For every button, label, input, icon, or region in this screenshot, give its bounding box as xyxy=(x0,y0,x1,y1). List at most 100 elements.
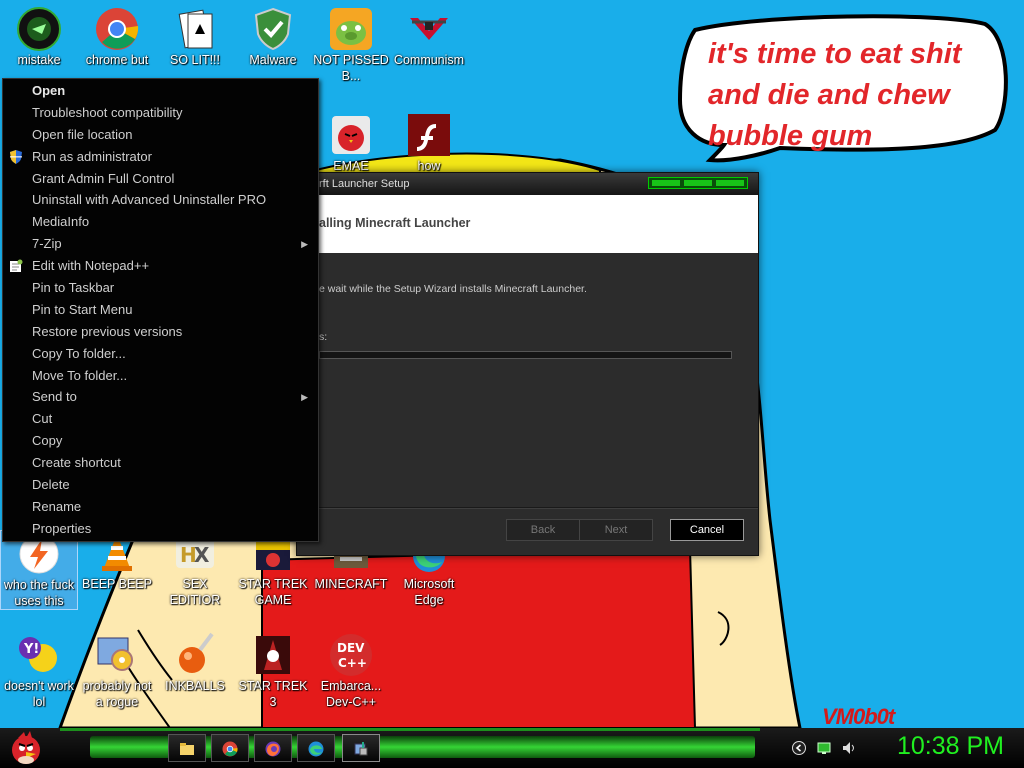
menu-item-label: Restore previous versions xyxy=(32,323,183,339)
start-button[interactable] xyxy=(6,728,50,768)
menu-item-edit-notepadpp[interactable]: Edit with Notepad++ xyxy=(3,255,318,277)
installer-icon xyxy=(354,742,368,756)
desktop-icon-label: doesn't work lol xyxy=(4,679,74,709)
taskbar-installer-button[interactable] xyxy=(342,734,380,762)
menu-item-label: MediaInfo xyxy=(32,214,90,230)
menu-item-create-shortcut[interactable]: Create shortcut xyxy=(3,452,318,474)
menu-item-properties[interactable]: Properties xyxy=(3,518,318,540)
firefox-icon xyxy=(265,741,281,757)
desktop-icon-label: Communism xyxy=(393,53,465,67)
explorer-icon xyxy=(180,743,194,755)
svg-text:C++: C++ xyxy=(338,656,367,670)
close-icon[interactable] xyxy=(716,180,744,186)
menu-item-label: Open file location xyxy=(32,126,133,142)
divider xyxy=(297,507,758,508)
menu-item-uninstall[interactable]: Uninstall with Advanced Uninstaller PRO xyxy=(3,189,318,211)
desktop-icon-who-the-fuck[interactable]: who the fuck uses this xyxy=(0,530,78,610)
desktop-icon-label: Microsoft Edge xyxy=(403,577,455,607)
desktop-icon-label: STAR TREK GAME xyxy=(238,577,308,607)
flash-icon xyxy=(406,112,452,158)
speaker-icon[interactable] xyxy=(841,740,857,756)
menu-item-mediainfo[interactable]: MediaInfo xyxy=(3,211,318,233)
next-button[interactable]: Next xyxy=(579,519,653,541)
installer-message: e wait while the Setup Wizard installs M… xyxy=(319,283,587,295)
menu-item-label: Properties xyxy=(32,520,92,536)
menu-item-pin-taskbar[interactable]: Pin to Taskbar xyxy=(3,277,318,299)
taskbar-chrome-button[interactable] xyxy=(211,734,249,762)
back-button[interactable]: Back xyxy=(506,519,580,541)
taskbar-explorer-button[interactable] xyxy=(168,734,206,762)
desktop-icon-label: chrome but xyxy=(85,53,149,67)
speech-bubble-text: it's time to eat shit and die and chew b… xyxy=(708,38,962,152)
cancel-button[interactable]: Cancel xyxy=(670,519,744,541)
desktop-icon-inkballs[interactable]: INKBALLS xyxy=(156,632,234,694)
menu-item-run-as-admin[interactable]: Run as administrator xyxy=(3,146,318,168)
desktop-icon-doesnt-work[interactable]: Y! doesn't work lol xyxy=(0,632,78,710)
menu-item-troubleshoot[interactable]: Troubleshoot compatibility xyxy=(3,102,318,124)
desktop-icon-chrome[interactable]: chrome but xyxy=(78,6,156,68)
desktop-icon-communism[interactable]: Communism xyxy=(390,6,468,68)
desktop-icon-dev-cpp[interactable]: DEV C++ Embarca... Dev-C++ xyxy=(312,632,390,710)
desktop-icon-mistake[interactable]: mistake xyxy=(0,6,78,68)
gears-icon xyxy=(94,632,140,678)
menu-item-label: Troubleshoot compatibility xyxy=(32,104,183,120)
install-progress-bar xyxy=(319,351,732,359)
uac-shield-icon xyxy=(10,149,22,164)
desktop-icon-label: who the fuck uses this xyxy=(3,578,75,608)
desktop-icon-star-trek-3[interactable]: STAR TREK 3 xyxy=(234,632,312,710)
desktop-icon-label: Embarca... Dev-C++ xyxy=(320,679,382,709)
menu-item-rename[interactable]: Rename xyxy=(3,496,318,518)
notepadpp-icon xyxy=(10,259,23,273)
back-arrow-icon[interactable] xyxy=(791,740,807,756)
window-controls[interactable] xyxy=(648,177,748,189)
desktop-icon-flash[interactable]: how xyxy=(390,112,468,174)
installer-titlebar[interactable]: rft Launcher Setup xyxy=(297,173,758,195)
minimize-icon[interactable] xyxy=(652,180,680,186)
menu-item-copy-to-folder[interactable]: Copy To folder... xyxy=(3,343,318,365)
menu-item-grant-admin[interactable]: Grant Admin Full Control xyxy=(3,168,318,190)
menu-item-send-to[interactable]: Send to ▶ xyxy=(3,386,318,408)
menu-item-pin-start[interactable]: Pin to Start Menu xyxy=(3,299,318,321)
menu-item-label: Run as administrator xyxy=(32,148,152,164)
star-wars-icon xyxy=(250,632,296,678)
menu-item-move-to-folder[interactable]: Move To folder... xyxy=(3,365,318,387)
taskbar-clock[interactable]: 10:38 PM xyxy=(897,732,1004,761)
desktop-icon-malware[interactable]: Malware xyxy=(234,6,312,68)
desktop-icon-emae[interactable]: EMAE xyxy=(312,112,390,174)
menu-item-copy[interactable]: Copy xyxy=(3,430,318,452)
submenu-arrow-icon: ▶ xyxy=(301,392,308,403)
gamepad-icon xyxy=(16,6,62,52)
menu-item-delete[interactable]: Delete xyxy=(3,474,318,496)
menu-item-label: Create shortcut xyxy=(32,455,121,471)
menu-item-label: Cut xyxy=(32,411,53,427)
desktop-icon-label: SEX EDITIOR xyxy=(169,577,221,607)
taskbar-edge-button[interactable] xyxy=(297,734,335,762)
context-menu: Open Troubleshoot compatibility Open fil… xyxy=(2,78,319,542)
menu-item-open[interactable]: Open xyxy=(3,80,318,102)
installer-header: alling Minecraft Launcher xyxy=(297,195,758,253)
desktop-icon-not-pissed[interactable]: NOT PISSED B... xyxy=(312,6,390,84)
svg-text:Y!: Y! xyxy=(23,642,39,657)
desktop-icon-probably-not-rogue[interactable]: probably not a rogue xyxy=(78,632,156,710)
installer-status-label: s: xyxy=(319,331,328,343)
network-icon[interactable] xyxy=(816,740,832,756)
menu-item-label: Send to xyxy=(32,389,77,405)
taskbar-firefox-button[interactable] xyxy=(254,734,292,762)
desktop-icon-label: STAR TREK 3 xyxy=(238,679,308,709)
menu-item-open-file-location[interactable]: Open file location xyxy=(3,124,318,146)
cards-icon xyxy=(172,6,218,52)
desktop-icon-label: Malware xyxy=(249,53,297,67)
menu-item-cut[interactable]: Cut xyxy=(3,408,318,430)
taskbar: 10:38 PM xyxy=(0,728,1024,768)
submenu-arrow-icon: ▶ xyxy=(301,239,308,250)
angry-bird-icon xyxy=(12,731,40,764)
wallpaper-watermark: VM0b0t xyxy=(822,704,895,729)
chrome-icon xyxy=(222,741,238,757)
menu-item-7zip[interactable]: 7-Zip ▶ xyxy=(3,233,318,255)
maximize-icon[interactable] xyxy=(684,180,712,186)
yahoo-messenger-icon: Y! xyxy=(16,632,62,678)
devcpp-icon: DEV C++ xyxy=(328,632,374,678)
desktop-icon-solitaire[interactable]: SO LIT!!! xyxy=(156,6,234,68)
menu-item-restore-versions[interactable]: Restore previous versions xyxy=(3,321,318,343)
desktop-icon-label: SO LIT!!! xyxy=(169,53,220,67)
